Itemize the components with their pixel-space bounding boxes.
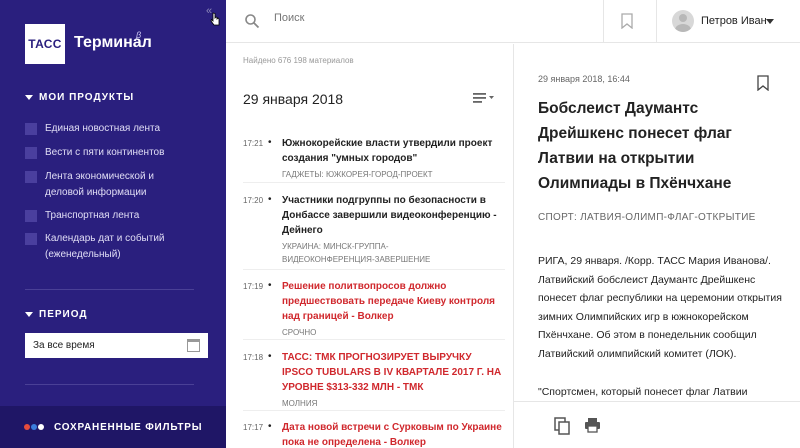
list-item[interactable]: 17:19 • Решение политвопросов должно пре… <box>243 279 505 340</box>
news-time: 17:17 <box>243 423 264 432</box>
my-products-label: МОИ ПРОДУКТЫ <box>39 92 135 103</box>
my-products-header[interactable]: МОИ ПРОДУКТЫ <box>25 92 134 103</box>
product-label: Вести с пяти континентов <box>45 147 165 158</box>
product-label: Лента экономической и деловой информации <box>45 171 154 198</box>
period-select[interactable]: За все время <box>25 333 208 358</box>
article-tags: СПОРТ: ЛАТВИЯ-ОЛИМП-ФЛАГ-ОТКРЫТИЕ <box>538 212 756 223</box>
news-time: 17:20 <box>243 196 264 205</box>
list-item[interactable]: 17:21 • Южнокорейские власти утвердили п… <box>243 136 505 183</box>
list-item[interactable]: 17:17 • Дата новой встречи с Сурковым по… <box>243 420 505 448</box>
product-item[interactable]: Единая новостная лента <box>25 121 205 137</box>
topbar-divider <box>603 0 604 43</box>
feed-date: 29 января 2018 <box>243 91 344 107</box>
news-time: 17:21 <box>243 139 264 148</box>
product-label: Единая новостная лента <box>45 123 161 134</box>
saved-filters-button[interactable]: СОХРАНЕННЫЕ ФИЛЬТРЫ <box>0 406 226 448</box>
mouse-cursor-icon <box>210 12 220 26</box>
article-panel: 29 января 2018, 16:44 Бобслеист Даумантс… <box>514 44 800 448</box>
chevron-down-icon <box>25 312 33 317</box>
product-checkbox[interactable] <box>25 171 37 183</box>
product-label: Транспортная лента <box>45 210 140 221</box>
news-time: 17:19 <box>243 282 264 291</box>
chevron-down-icon <box>25 95 33 100</box>
article-quote: "Спортсмен, который понесет флаг Латвии <box>538 386 748 398</box>
list-item[interactable]: 17:20 • Участники подгруппы по безопасно… <box>243 193 505 270</box>
product-checkbox[interactable] <box>25 233 37 245</box>
tass-logo[interactable]: ТАСС <box>25 24 65 64</box>
period-value: За все время <box>33 340 95 351</box>
bullet: • <box>268 280 272 291</box>
results-count: Найдено 676 198 материалов <box>243 56 354 65</box>
user-name[interactable]: Петров Иван <box>701 15 767 27</box>
chevron-down-icon[interactable] <box>766 19 774 24</box>
copy-icon[interactable] <box>554 417 570 435</box>
list-item[interactable]: 17:18 • ТАСС: ТМК ПРОГНОЗИРУЕТ ВЫРУЧКУ I… <box>243 350 505 411</box>
topbar-divider <box>656 0 657 43</box>
bullet: • <box>268 351 272 362</box>
product-checkbox[interactable] <box>25 210 37 222</box>
product-checkbox[interactable] <box>25 123 37 135</box>
news-tag: МОЛНИЯ <box>282 399 318 408</box>
calendar-icon[interactable] <box>187 339 200 352</box>
product-item[interactable]: Вести с пяти континентов <box>25 145 205 161</box>
period-label: ПЕРИОД <box>39 309 88 320</box>
product-checkbox[interactable] <box>25 147 37 159</box>
bullet: • <box>268 137 272 148</box>
news-title[interactable]: Участники подгруппы по безопасности в До… <box>282 193 502 238</box>
sidebar-divider <box>25 384 194 385</box>
bullet: • <box>268 194 272 205</box>
sidebar-divider <box>25 289 194 290</box>
article-title: Бобслеист Даумантс Дрейшкенс понесет фла… <box>538 100 732 192</box>
news-tag: ГАДЖЕТЫ: ЮЖКОРЕЯ-ГОРОД-ПРОЕКТ <box>282 170 433 179</box>
print-icon[interactable] <box>584 417 601 433</box>
news-time: 17:18 <box>243 353 264 362</box>
news-title[interactable]: Южнокорейские власти утвердили проект со… <box>282 136 502 166</box>
bookmark-icon[interactable] <box>621 13 633 29</box>
article-body: РИГА, 29 января. /Корр. ТАСС Мария Ивано… <box>538 255 782 360</box>
search-input[interactable] <box>274 12 574 24</box>
beta-badge: β <box>136 30 142 40</box>
avatar[interactable] <box>672 10 694 32</box>
news-title[interactable]: Решение политвопросов должно предшествов… <box>282 279 502 324</box>
saved-filters-label: СОХРАНЕННЫЕ ФИЛЬТРЫ <box>54 421 203 433</box>
sort-icon[interactable] <box>473 93 495 103</box>
article-time: 29 января 2018, 16:44 <box>538 74 630 84</box>
article-toolbar <box>514 401 800 448</box>
news-title[interactable]: Дата новой встречи с Сурковым по Украине… <box>282 420 502 448</box>
news-title[interactable]: ТАСС: ТМК ПРОГНОЗИРУЕТ ВЫРУЧКУ IPSCO TUB… <box>282 350 502 395</box>
product-item[interactable]: Транспортная лента <box>25 208 205 224</box>
product-item[interactable]: Календарь дат и событий (еженедельный) <box>25 231 205 263</box>
product-item[interactable]: Лента экономической и деловой информации <box>25 169 205 201</box>
top-bar: Петров Иван <box>226 0 800 43</box>
sidebar: ТАСС Терминал β « МОИ ПРОДУКТЫ Единая но… <box>0 0 226 448</box>
filters-dots-icon <box>24 424 44 430</box>
period-header[interactable]: ПЕРИОД <box>25 309 88 320</box>
news-tag: УКРАИНА: МИНСК-ГРУППА-ВИДЕОКОНФЕРЕНЦИЯ-З… <box>282 242 431 264</box>
news-tag: СРОЧНО <box>282 328 317 337</box>
bullet: • <box>268 421 272 432</box>
bookmark-icon[interactable] <box>757 75 769 91</box>
search-icon[interactable] <box>244 13 260 29</box>
product-label: Календарь дат и событий (еженедельный) <box>45 233 165 260</box>
news-feed: Найдено 676 198 материалов 29 января 201… <box>226 44 514 448</box>
